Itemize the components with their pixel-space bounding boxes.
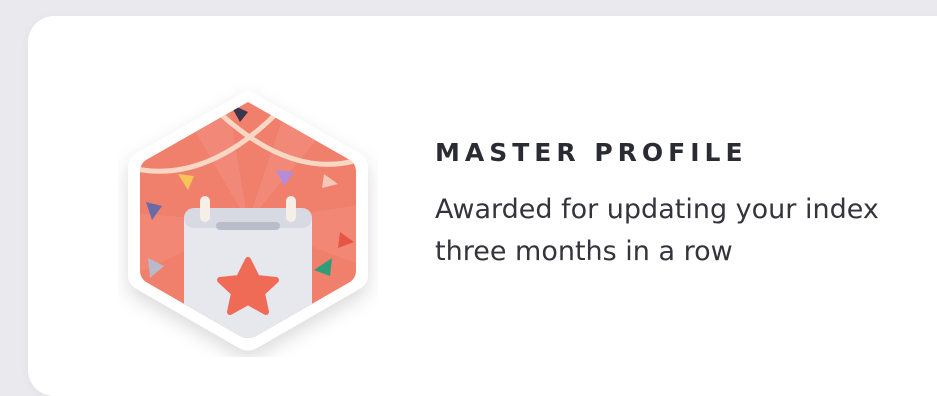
- badge-hexagon: [118, 82, 378, 357]
- badge-info: MASTER PROFILE Awarded for updating your…: [435, 138, 935, 273]
- badge-description: Awarded for updating your index three mo…: [435, 194, 879, 267]
- achievement-card: MASTER PROFILE Awarded for updating your…: [28, 16, 937, 396]
- calendar-star-icon: [128, 90, 368, 351]
- badge-title: MASTER PROFILE: [435, 138, 748, 167]
